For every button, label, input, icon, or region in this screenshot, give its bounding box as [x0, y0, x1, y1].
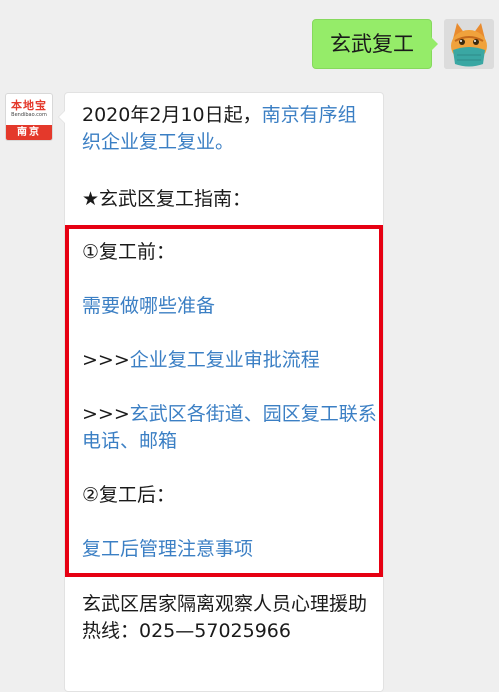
contacts-arrows: >>>: [82, 403, 130, 425]
after-section-title: ②复工后：: [82, 484, 176, 506]
approval-process-item: >>>企业复工复业审批流程: [82, 347, 378, 374]
announcement-text: 2020年2月10日起，南京有序组织企业复工复业。: [82, 102, 374, 156]
after-notes-link[interactable]: 复工后管理注意事项: [82, 536, 378, 563]
brand-logo: 本地宝 Bendibao.com: [6, 94, 52, 125]
brand-url: Bendibao.com: [11, 112, 47, 118]
user-avatar[interactable]: [444, 19, 494, 69]
brand-avatar[interactable]: 本地宝 Bendibao.com 南京: [5, 93, 53, 141]
brand-city: 南京: [6, 125, 52, 140]
sent-message-row: 玄武复工: [312, 19, 494, 69]
announcement-lead: 2020年2月10日起，: [82, 104, 262, 126]
approval-process-link[interactable]: 企业复工复业审批流程: [130, 349, 320, 371]
before-section-title: ①复工前：: [82, 241, 176, 263]
guide-highlight-box: ①复工前： 需要做哪些准备 >>>企业复工复业审批流程 >>>玄武区各街道、园区…: [65, 225, 383, 577]
contacts-item: >>>玄武区各街道、园区复工联系电话、邮箱: [82, 401, 378, 455]
brand-name: 本地宝: [11, 99, 47, 112]
guide-heading: ★玄武区复工指南：: [82, 188, 252, 210]
received-message-bubble: 2020年2月10日起，南京有序组织企业复工复业。 ★玄武区复工指南： ①复工前…: [58, 92, 384, 692]
sent-message-bubble[interactable]: 玄武复工: [312, 19, 438, 69]
before-prep-link[interactable]: 需要做哪些准备: [82, 293, 378, 320]
cat-avatar-image: [444, 19, 494, 69]
hotline-text: 玄武区居家隔离观察人员心理援助热线：025—57025966: [82, 593, 368, 642]
approval-arrows: >>>: [82, 349, 130, 371]
